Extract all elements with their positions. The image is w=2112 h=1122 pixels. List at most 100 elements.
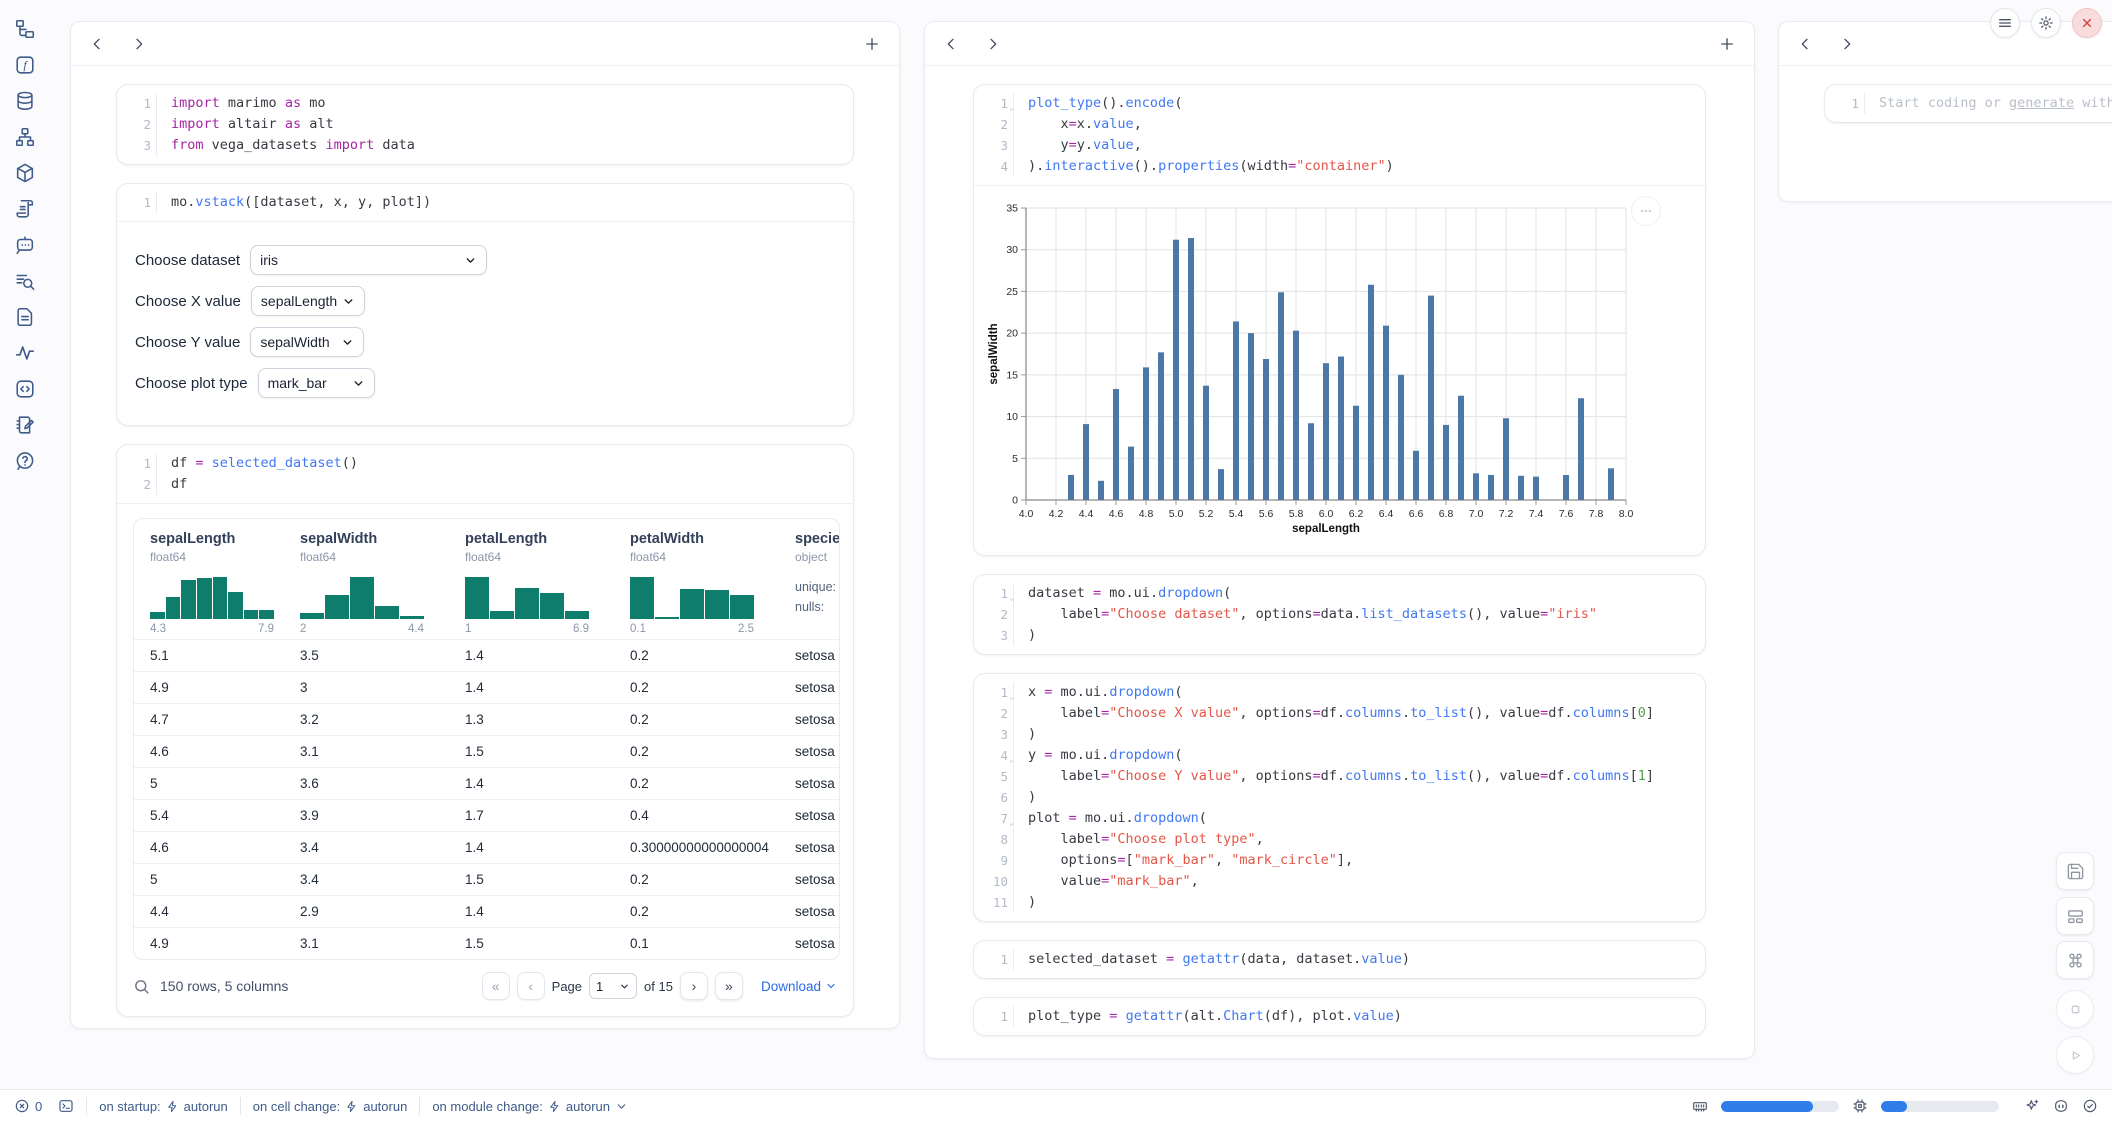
svg-text:4.8: 4.8	[1139, 508, 1154, 520]
line-number: 1⌄	[974, 682, 1014, 703]
svg-text:4.2: 4.2	[1049, 508, 1064, 520]
save-icon[interactable]	[2056, 852, 2094, 890]
table-row[interactable]: 4.931.40.2setosa	[134, 672, 840, 704]
add-cell-icon[interactable]	[1718, 35, 1736, 53]
line-number: 3	[117, 135, 157, 156]
column-header-species[interactable]: speciesobjectunique:nulls:	[779, 519, 840, 640]
first-page-button[interactable]: «	[482, 972, 510, 1000]
code-editor-plottype[interactable]: 1plot_type = getattr(alt.Chart(df), plot…	[974, 998, 1705, 1035]
variables-icon[interactable]	[14, 270, 36, 292]
menu-icon[interactable]	[1990, 8, 2020, 38]
code-editor-selected[interactable]: 1selected_dataset = getattr(data, datase…	[974, 941, 1705, 978]
terminal-icon[interactable]	[58, 1098, 74, 1114]
download-button[interactable]: Download	[761, 979, 837, 994]
widget-label: Choose dataset	[135, 252, 240, 269]
error-count[interactable]: 0	[14, 1098, 42, 1114]
code-editor-plot[interactable]: 1⌄plot_type().encode(2 x=x.value,3 y=y.v…	[974, 85, 1705, 185]
cell-imports: 1import marimo as mo2import altair as al…	[116, 84, 854, 165]
code-editor-imports[interactable]: 1import marimo as mo2import altair as al…	[117, 85, 853, 164]
play-icon[interactable]	[2056, 1036, 2094, 1074]
chevron-left-icon[interactable]	[1797, 36, 1813, 52]
table-row[interactable]: 53.61.40.2setosa	[134, 768, 840, 800]
table-row[interactable]: 5.13.51.40.2setosa	[134, 640, 840, 672]
line-number: 4	[974, 156, 1014, 177]
svg-text:6.4: 6.4	[1379, 508, 1394, 520]
datasources-icon[interactable]	[14, 90, 36, 112]
close-icon[interactable]	[2072, 8, 2102, 38]
snippets-icon[interactable]	[14, 378, 36, 400]
prev-page-button[interactable]: ‹	[517, 972, 545, 1000]
column-header-petalWidth[interactable]: petalWidthfloat640.12.5	[614, 519, 779, 640]
code-editor-df[interactable]: 1df = selected_dataset()2df	[117, 445, 853, 503]
sparkles-icon[interactable]	[2024, 1098, 2040, 1114]
search-icon[interactable]	[133, 978, 150, 995]
packages-icon[interactable]	[14, 162, 36, 184]
notebook-column-3: 1Start coding or generate with	[1778, 21, 2112, 202]
cell-empty: 1Start coding or generate with	[1824, 84, 2112, 123]
line-number: 10	[974, 871, 1014, 892]
runtime-config-on-startup[interactable]: on startup:autorun	[99, 1099, 228, 1114]
line-number: 3	[974, 724, 1014, 745]
widget-label: Choose plot type	[135, 375, 248, 392]
settings-gear-icon[interactable]	[2031, 8, 2061, 38]
more-horizontal-icon[interactable]	[1631, 196, 1661, 226]
table-row[interactable]: 5.43.91.70.4setosa	[134, 800, 840, 832]
column-header-petalLength[interactable]: petalLengthfloat6416.9	[449, 519, 614, 640]
plot-type-select[interactable]: mark_bar	[258, 368, 375, 398]
table-row[interactable]: 53.41.50.2setosa	[134, 864, 840, 896]
code-editor-dataset[interactable]: 1⌄dataset = mo.ui.dropdown(2 label="Choo…	[974, 575, 1705, 654]
runtime-config-on-cell-change[interactable]: on cell change:autorun	[253, 1099, 408, 1114]
line-number: 4⌄	[974, 745, 1014, 766]
documentation-icon[interactable]	[14, 198, 36, 220]
file-explorer-icon[interactable]	[14, 18, 36, 40]
line-number: 3	[974, 625, 1014, 646]
svg-text:5.2: 5.2	[1199, 508, 1214, 520]
tracing-icon[interactable]	[14, 342, 36, 364]
column-header-sepalWidth[interactable]: sepalWidthfloat6424.4	[284, 519, 449, 640]
code-editor-empty[interactable]: 1Start coding or generate with	[1825, 85, 2112, 122]
table-row[interactable]: 4.93.11.50.1setosa	[134, 928, 840, 960]
circle-x-icon	[14, 1098, 30, 1114]
dataset-select[interactable]: iris	[250, 245, 487, 275]
functions-icon[interactable]: f	[14, 54, 36, 76]
svg-text:8.0: 8.0	[1619, 508, 1634, 520]
table-row[interactable]: 4.63.41.40.30000000000000004setosa	[134, 832, 840, 864]
last-page-button[interactable]: »	[715, 972, 743, 1000]
y-value-select[interactable]: sepalWidth	[250, 327, 364, 357]
chevron-right-icon[interactable]	[1839, 36, 1855, 52]
table-row[interactable]: 4.73.21.30.2setosa	[134, 704, 840, 736]
code-editor-vstack[interactable]: 1mo.vstack([dataset, x, y, plot])	[117, 184, 853, 221]
svg-text:6.6: 6.6	[1409, 508, 1424, 520]
page-select[interactable]: 1	[589, 973, 637, 999]
chevron-right-icon[interactable]	[131, 36, 147, 52]
add-cell-icon[interactable]	[863, 35, 881, 53]
widget-row: Choose Y valuesepalWidth	[135, 327, 835, 357]
next-page-button[interactable]: ›	[680, 972, 708, 1000]
command-icon[interactable]	[2056, 941, 2094, 979]
app-sidebar: f	[0, 0, 50, 1080]
scratchpad-icon[interactable]	[14, 414, 36, 436]
stop-icon[interactable]	[2056, 990, 2094, 1028]
zap-icon	[548, 1100, 561, 1113]
line-number: 1	[117, 453, 157, 474]
table-row[interactable]: 4.63.11.50.2setosa	[134, 736, 840, 768]
column-header-sepalLength[interactable]: sepalLengthfloat644.37.9	[134, 519, 284, 640]
check-circle-icon[interactable]	[2082, 1098, 2098, 1114]
x-value-select[interactable]: sepalLength	[251, 286, 365, 316]
chevron-right-icon[interactable]	[985, 36, 1001, 52]
dataframe-table: sepalLengthfloat644.37.9sepalWidthfloat6…	[134, 519, 840, 959]
column-3-toolbar	[1779, 22, 2112, 66]
dependency-graph-icon[interactable]	[14, 126, 36, 148]
ai-chat-icon[interactable]	[14, 234, 36, 256]
copilot-icon[interactable]	[2053, 1098, 2069, 1114]
help-icon[interactable]	[14, 450, 36, 472]
chevron-left-icon[interactable]	[89, 36, 105, 52]
runtime-config-on-module-change[interactable]: on module change:autorun	[432, 1099, 628, 1114]
code-editor-xyplot[interactable]: 1⌄x = mo.ui.dropdown(2 label="Choose X v…	[974, 674, 1705, 921]
chevron-left-icon[interactable]	[943, 36, 959, 52]
logs-icon[interactable]	[14, 306, 36, 328]
altair-chart[interactable]: 4.04.24.44.64.85.05.25.45.65.86.06.26.46…	[986, 198, 1705, 543]
layout-icon[interactable]	[2056, 897, 2094, 935]
notebook-column-2: 1⌄plot_type().encode(2 x=x.value,3 y=y.v…	[924, 21, 1755, 1059]
table-row[interactable]: 4.42.91.40.2setosa	[134, 896, 840, 928]
